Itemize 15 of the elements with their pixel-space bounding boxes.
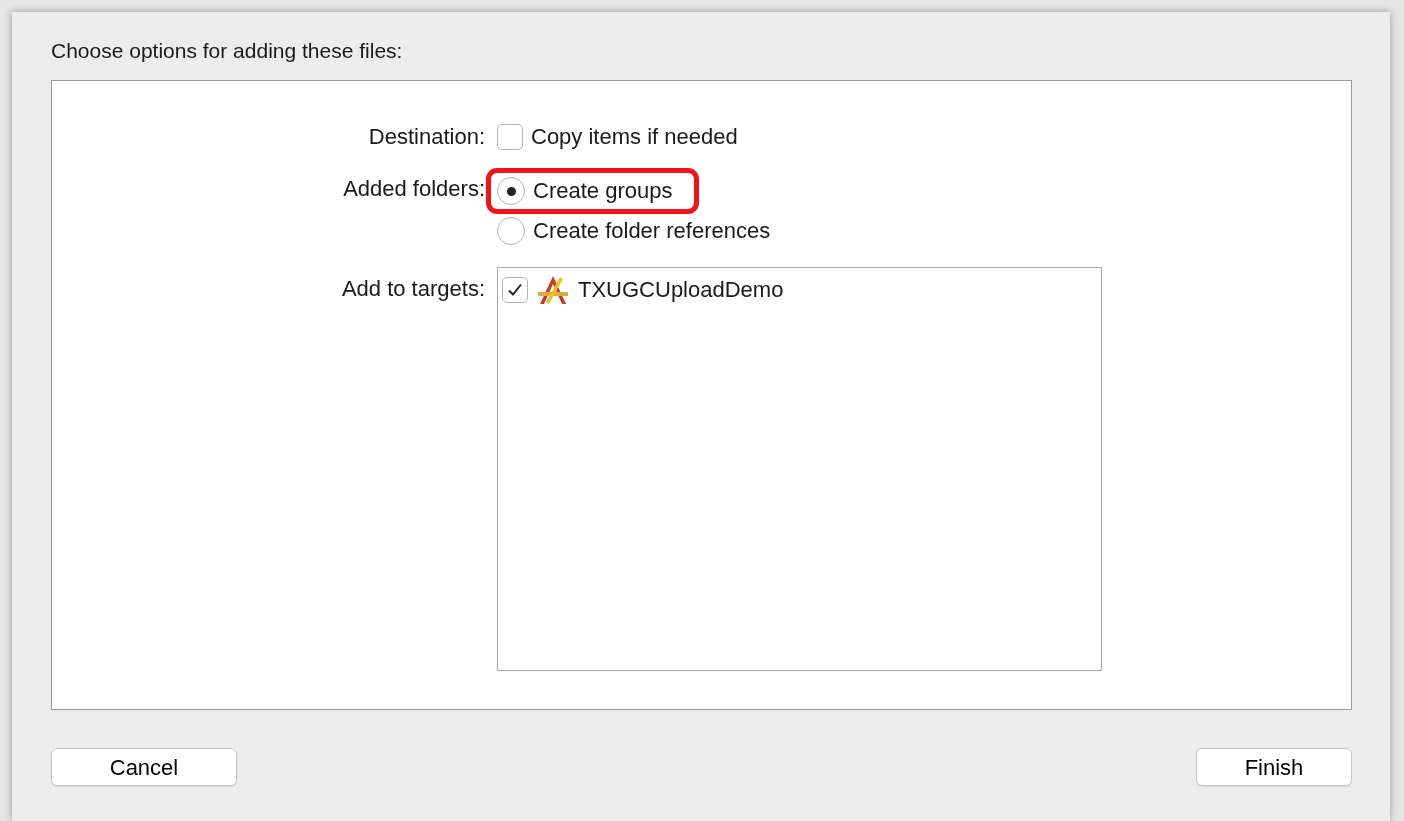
radio-label[interactable]: Create groups xyxy=(533,175,673,207)
checkbox[interactable] xyxy=(502,277,528,303)
checkbox[interactable] xyxy=(497,124,523,150)
finish-button[interactable]: Finish xyxy=(1196,748,1352,786)
radio-button[interactable] xyxy=(497,217,525,245)
field-label: Added folders: xyxy=(342,175,485,203)
field-label: Add to targets: xyxy=(340,275,485,303)
cancel-button[interactable]: Cancel xyxy=(51,748,237,786)
field-label: Destination: xyxy=(367,123,485,151)
radio-button[interactable] xyxy=(497,177,525,205)
app-icon xyxy=(536,274,570,306)
dialog-title: Choose options for adding these files: xyxy=(51,38,404,64)
checkbox-label[interactable]: Copy items if needed xyxy=(531,121,738,153)
radio-label[interactable]: Create folder references xyxy=(533,215,771,247)
target-name[interactable]: TXUGCUploadDemo xyxy=(578,274,784,306)
